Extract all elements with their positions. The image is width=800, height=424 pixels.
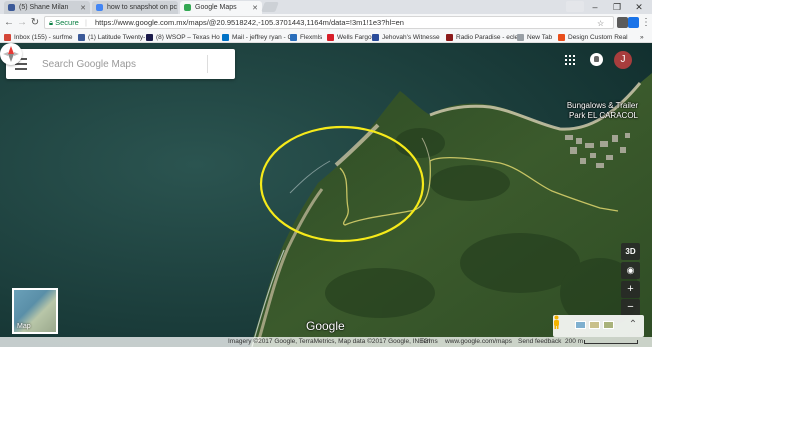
close-window-button[interactable]: ✕	[628, 0, 650, 14]
compass-icon[interactable]	[0, 43, 22, 65]
google-logo: Google	[306, 319, 345, 333]
send-feedback-link[interactable]: Send feedback	[518, 337, 561, 347]
apps-grid-icon[interactable]	[565, 55, 575, 65]
extension-icon[interactable]	[628, 17, 639, 28]
bookmark-item[interactable]: (8) WSOP – Texas Ho	[146, 32, 220, 42]
map-canvas[interactable]: J Bungalows & Trailer Park EL CARACOL 3D…	[0, 43, 652, 347]
imagery-credit: Imagery ©2017 Google, TerraMetrics, Map …	[228, 338, 431, 345]
location-target-icon: ◉	[626, 265, 635, 275]
zoom-out-button[interactable]: −	[621, 299, 640, 316]
address-bar[interactable]: 🔒︎ Secure | https://www.google.com.mx/ma…	[44, 16, 614, 29]
bookmarks-bar: Inbox (155) - surfme (1) Latitude Twenty-…	[0, 31, 652, 43]
google-icon	[96, 4, 103, 11]
bookmark-label: Design Custom Real	[568, 33, 628, 41]
tab-close-icon[interactable]: ✕	[177, 4, 178, 12]
extension-icon[interactable]	[617, 17, 628, 28]
bookmarks-overflow-button[interactable]: »	[640, 32, 644, 42]
facebook-icon	[8, 4, 15, 11]
forward-button[interactable]: →	[16, 14, 28, 31]
tab-close-icon[interactable]: ✕	[249, 4, 258, 12]
bookmark-favicon-icon	[372, 33, 379, 41]
tab-search[interactable]: how to snapshot on pc ✕	[92, 1, 178, 14]
back-button[interactable]: ←	[3, 14, 15, 31]
bookmark-label: (8) WSOP – Texas Ho	[156, 33, 220, 41]
pegman-icon[interactable]	[553, 315, 560, 329]
my-location-button[interactable]: ◉	[621, 262, 640, 279]
imagery-panel: ⌃	[553, 315, 644, 337]
bookmark-favicon-icon	[327, 33, 334, 41]
bookmark-label: Mail - jeffrey ryan - C	[232, 33, 293, 41]
tab-title: (5) Shane Milan	[19, 4, 69, 11]
bookmark-favicon-icon	[222, 33, 229, 41]
search-box	[6, 49, 235, 79]
bookmark-item[interactable]: Wells Fargo	[327, 32, 372, 42]
new-tab-button[interactable]	[261, 2, 279, 12]
profile-badge[interactable]	[566, 1, 584, 12]
bookmark-label: Flexmls	[300, 33, 323, 41]
scale-bar	[584, 340, 638, 344]
reload-button[interactable]: ↻	[29, 14, 41, 31]
map-layer-label: Map	[17, 323, 31, 330]
bookmark-item[interactable]: (1) Latitude Twenty-	[78, 32, 145, 42]
bookmark-label: (1) Latitude Twenty-	[88, 33, 146, 41]
url-text: https://www.google.com.mx/maps/@20.95182…	[95, 18, 404, 27]
search-input[interactable]	[42, 56, 172, 72]
bookmark-item[interactable]: Radio Paradise - ecle	[446, 32, 518, 42]
google-maps-icon	[184, 4, 191, 11]
menu-dots-icon[interactable]: ⋮	[640, 14, 652, 31]
bookmark-item[interactable]: Mail - jeffrey ryan - C	[222, 32, 292, 42]
bookmark-label: Jehovah's Witnesse	[382, 33, 440, 41]
lock-icon: 🔒︎	[49, 18, 53, 27]
bookmark-label: New Tab	[527, 33, 553, 41]
bookmark-favicon-icon	[4, 33, 11, 41]
bookmark-favicon-icon	[290, 33, 297, 41]
attribution-bar: Imagery ©2017 Google, TerraMetrics, Map …	[0, 337, 652, 347]
bookmark-star-icon[interactable]: ☆	[597, 18, 604, 28]
place-label-line: Bungalows & Trailer	[566, 101, 638, 110]
browser-toolbar: ← → ↻ 🔒︎ Secure | https://www.google.com…	[0, 14, 652, 31]
bookmark-item[interactable]: Inbox (155) - surfme	[4, 32, 73, 42]
tab-google-maps[interactable]: Google Maps ✕	[180, 1, 262, 14]
bookmark-label: Inbox (155) - surfme	[14, 33, 73, 41]
imagery-thumbnail[interactable]	[575, 321, 586, 329]
bookmark-favicon-icon	[78, 33, 85, 41]
secure-label: Secure	[55, 18, 79, 27]
tab-facebook[interactable]: (5) Shane Milan ✕	[4, 1, 90, 14]
toggle-3d-button[interactable]: 3D	[621, 243, 640, 260]
imagery-thumbnail[interactable]	[589, 321, 600, 329]
bookmark-item[interactable]: New Tab	[517, 32, 552, 42]
divider	[207, 55, 208, 73]
bookmark-favicon-icon	[517, 33, 524, 41]
place-label-line: Park EL CARACOL	[568, 111, 638, 120]
satellite-imagery	[0, 43, 652, 347]
avatar[interactable]: J	[614, 51, 632, 69]
bookmark-favicon-icon	[446, 33, 453, 41]
terms-link[interactable]: Terms	[420, 337, 438, 347]
tab-close-icon[interactable]: ✕	[77, 4, 86, 12]
zoom-in-button[interactable]: +	[621, 281, 640, 298]
separator: |	[84, 18, 87, 27]
bookmark-label: Wells Fargo	[337, 33, 372, 41]
imagery-thumbnail[interactable]	[603, 321, 614, 329]
bookmark-item[interactable]: Design Custom Real	[558, 32, 628, 42]
tab-strip: (5) Shane Milan ✕ how to snapshot on pc …	[0, 0, 652, 14]
minimize-button[interactable]: –	[584, 0, 606, 14]
maximize-button[interactable]: ❐	[606, 0, 628, 14]
map-layer-toggle[interactable]: Map	[12, 288, 58, 334]
bookmark-item[interactable]: Jehovah's Witnesse	[372, 32, 440, 42]
bookmark-favicon-icon	[146, 33, 153, 41]
maps-url-link[interactable]: www.google.com/maps	[445, 337, 512, 347]
scale-label: 200 m	[565, 338, 584, 345]
tab-title: how to snapshot on pc	[107, 4, 178, 11]
expand-icon[interactable]: ⌃	[627, 318, 639, 332]
bookmark-label: Radio Paradise - ecle	[456, 33, 519, 41]
tab-title: Google Maps	[195, 4, 237, 11]
bookmark-favicon-icon	[558, 33, 565, 41]
bookmark-item[interactable]: Flexmls	[290, 32, 322, 42]
notifications-icon[interactable]	[590, 53, 603, 66]
place-label[interactable]: Bungalows & Trailer Park EL CARACOL	[548, 101, 638, 121]
browser-window: (5) Shane Milan ✕ how to snapshot on pc …	[0, 0, 652, 347]
